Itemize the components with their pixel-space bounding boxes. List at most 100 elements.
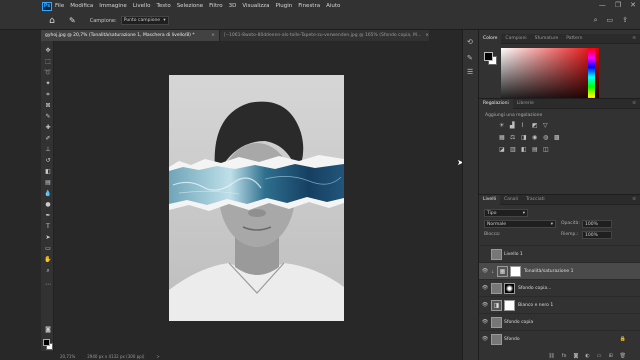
layer-mask-thumbnail[interactable]	[504, 299, 515, 311]
eye-icon[interactable]: 👁	[479, 336, 491, 342]
tab-tracciati[interactable]: Tracciati	[522, 195, 549, 205]
levels-icon[interactable]: ▟	[510, 122, 515, 129]
history-brush-icon[interactable]: ↺	[44, 157, 52, 165]
status-arrow-icon[interactable]: >	[156, 354, 159, 359]
clone-stamp-icon[interactable]: ⊥	[44, 146, 52, 154]
vibrance-icon[interactable]: ▽	[543, 122, 548, 129]
foreground-color-swatch[interactable]	[43, 339, 50, 346]
tab-canali[interactable]: Canali	[500, 195, 522, 205]
layer-mask-thumbnail[interactable]	[504, 282, 515, 294]
home-icon[interactable]: ⌂	[47, 16, 57, 26]
more-tools-icon[interactable]: ⋯	[44, 281, 52, 289]
move-tool-icon[interactable]: ✥	[44, 47, 52, 55]
tab-librerie[interactable]: Librerie	[513, 99, 538, 109]
menu-3d[interactable]: 3D	[229, 3, 237, 9]
eye-icon[interactable]: 👁	[479, 319, 491, 325]
tab-gyhoj[interactable]: gyhoj.jpg @ 20,7% (Tonalità/saturazione …	[41, 30, 219, 41]
blend-mode-select[interactable]: Normale ▾	[484, 220, 556, 228]
menu-immagine[interactable]: Immagine	[99, 3, 127, 9]
zoom-level[interactable]: 20,71%	[60, 354, 75, 359]
menu-plugin[interactable]: Plugin	[275, 3, 292, 9]
layer-row-selected[interactable]: 👁 ↓ ▦ Tonalità/saturazione 1	[479, 262, 640, 279]
add-mask-icon[interactable]: ◙	[573, 353, 578, 359]
tab-regolazioni[interactable]: Regolazioni	[479, 98, 513, 109]
zoom-tool-icon[interactable]: ⌕	[44, 267, 52, 275]
opacity-field[interactable]: 100%	[582, 220, 612, 228]
photo-filter-icon[interactable]: ◉	[532, 134, 537, 141]
eye-icon[interactable]: 👁	[479, 285, 491, 291]
close-icon[interactable]: ✕	[630, 1, 636, 9]
restore-icon[interactable]: ❐	[615, 1, 621, 9]
layer-row[interactable]: 👁 Sfondo 🔒	[479, 330, 640, 347]
tab-livelli[interactable]: Livelli	[479, 194, 500, 205]
crop-tool-icon[interactable]: ⌗	[44, 91, 52, 99]
type-tool-icon[interactable]: T	[44, 223, 52, 231]
selective-color-icon[interactable]: ◫	[543, 146, 549, 153]
sample-select[interactable]: Punto campione ▾	[120, 16, 169, 25]
new-group-icon[interactable]: ▭	[597, 353, 602, 359]
canvas-area[interactable]: ➤	[54, 41, 464, 353]
menu-aiuto[interactable]: Aiuto	[326, 3, 340, 9]
brightness-icon[interactable]: ☀	[499, 122, 504, 129]
panel-menu-icon[interactable]: ≡	[628, 99, 640, 109]
quick-mask-icon[interactable]: ◙	[44, 326, 52, 334]
rectangle-tool-icon[interactable]: ▭	[44, 245, 52, 253]
curves-icon[interactable]: ⌇	[521, 122, 524, 129]
history-panel-icon[interactable]: ⟲	[467, 38, 473, 46]
document-canvas[interactable]	[169, 75, 344, 321]
properties-panel-icon[interactable]: ☰	[467, 68, 473, 76]
gradient-map-icon[interactable]: ▤	[532, 146, 538, 153]
new-layer-icon[interactable]: ⊞	[608, 353, 612, 359]
menu-livello[interactable]: Livello	[133, 3, 151, 9]
layer-row[interactable]: 👁 Sfondo copia...	[479, 279, 640, 296]
channel-mixer-icon[interactable]: ◍	[543, 134, 548, 141]
menu-filtro[interactable]: Filtro	[209, 3, 222, 9]
layer-row[interactable]: 👁 ◨ Bianco e nero 1	[479, 296, 640, 313]
hue-saturation-icon[interactable]: ▦	[499, 134, 505, 141]
menu-modifica[interactable]: Modifica	[70, 3, 93, 9]
exposure-icon[interactable]: ◩	[532, 122, 538, 129]
link-layers-icon[interactable]: ⛓	[548, 353, 554, 359]
menu-testo[interactable]: Testo	[156, 3, 170, 9]
quick-select-icon[interactable]: ✦	[44, 80, 52, 88]
workspace-icon[interactable]: ▭	[607, 16, 614, 25]
tab-colore[interactable]: Colore	[479, 33, 502, 44]
eyedropper-icon[interactable]: ✎	[69, 16, 76, 25]
black-white-icon[interactable]: ◨	[521, 134, 527, 141]
tab-campioni[interactable]: Campioni	[501, 34, 530, 44]
eye-icon[interactable]: 👁	[479, 268, 491, 274]
frame-tool-icon[interactable]: ⊠	[44, 102, 52, 110]
layer-filter-select[interactable]: Tipo ▾	[484, 209, 528, 217]
close-tab-icon[interactable]: ×	[421, 33, 429, 38]
panel-menu-icon[interactable]: ≡	[628, 195, 640, 205]
invert-icon[interactable]: ◪	[499, 146, 505, 153]
panel-menu-icon[interactable]: ≡	[628, 34, 640, 44]
tab-pattern[interactable]: Pattern	[562, 34, 586, 44]
lasso-tool-icon[interactable]: ➰	[44, 69, 52, 77]
menu-finestra[interactable]: Finestra	[298, 3, 320, 9]
share-icon[interactable]: ⇪	[622, 16, 628, 25]
delete-layer-icon[interactable]: 🗑	[620, 353, 626, 359]
tab-sfumature[interactable]: Sfumature	[531, 34, 563, 44]
path-select-icon[interactable]: ➤	[44, 234, 52, 242]
dodge-tool-icon[interactable]: ●	[44, 201, 52, 209]
threshold-icon[interactable]: ◧	[521, 146, 527, 153]
menu-selezione[interactable]: Selezione	[177, 3, 203, 9]
hand-tool-icon[interactable]: ✋	[44, 256, 52, 264]
layer-row[interactable]: 👁 Sfondo copia	[479, 313, 640, 330]
layer-mask-thumbnail[interactable]	[510, 265, 521, 277]
menu-visualizza[interactable]: Visualizza	[242, 3, 269, 9]
healing-brush-icon[interactable]: ✚	[44, 124, 52, 132]
color-balance-icon[interactable]: ⚖	[510, 134, 515, 141]
posterize-icon[interactable]: ▥	[510, 146, 516, 153]
menu-file[interactable]: File	[55, 3, 64, 9]
minimize-icon[interactable]: —	[599, 1, 606, 9]
layer-style-icon[interactable]: fx	[562, 353, 567, 359]
blur-tool-icon[interactable]: 💧	[44, 190, 52, 198]
color-foreground-swatch[interactable]	[484, 52, 493, 61]
brush-tool-icon[interactable]: ✐	[44, 135, 52, 143]
pen-tool-icon[interactable]: ✒	[44, 212, 52, 220]
close-tab-icon[interactable]: ×	[207, 33, 215, 38]
new-adjustment-icon[interactable]: ◐	[585, 353, 589, 359]
fill-field[interactable]: 100%	[582, 231, 612, 239]
